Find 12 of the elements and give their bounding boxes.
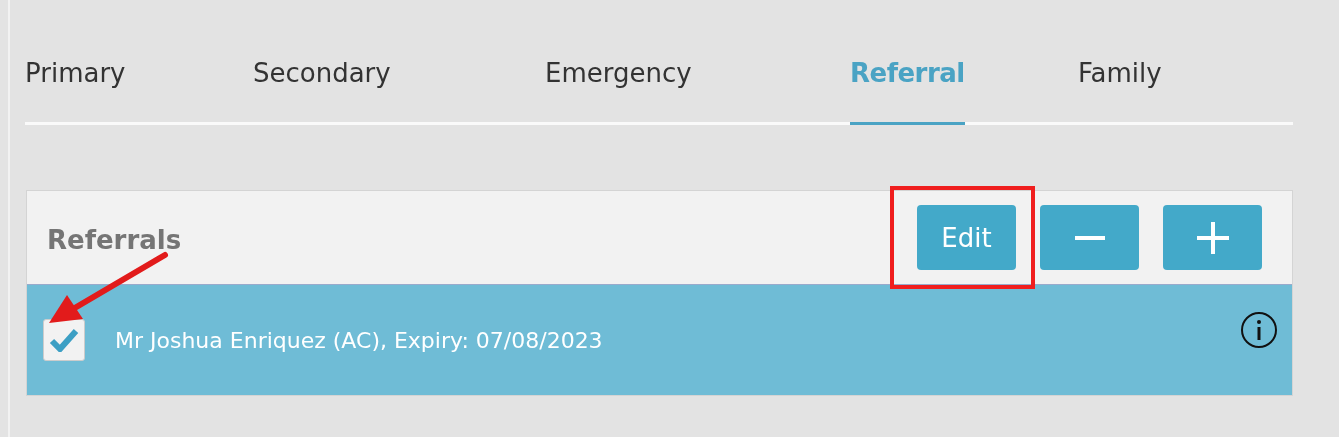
panel-title: Referrals (47, 224, 183, 255)
check-icon (49, 328, 79, 352)
info-icon[interactable] (1240, 311, 1278, 349)
tab[interactable]: Primary (25, 58, 126, 125)
minus-icon (1074, 235, 1105, 240)
referral-text: Mr Joshua Enriquez (AC), Expiry: 07/08/2023 (115, 327, 604, 353)
tab[interactable]: Family (1078, 58, 1162, 125)
row-checkbox[interactable] (43, 319, 85, 361)
tab[interactable]: Emergency (545, 58, 692, 125)
plus-icon (1196, 221, 1229, 254)
add-button[interactable] (1163, 205, 1262, 270)
tab[interactable]: Secondary (253, 58, 391, 125)
